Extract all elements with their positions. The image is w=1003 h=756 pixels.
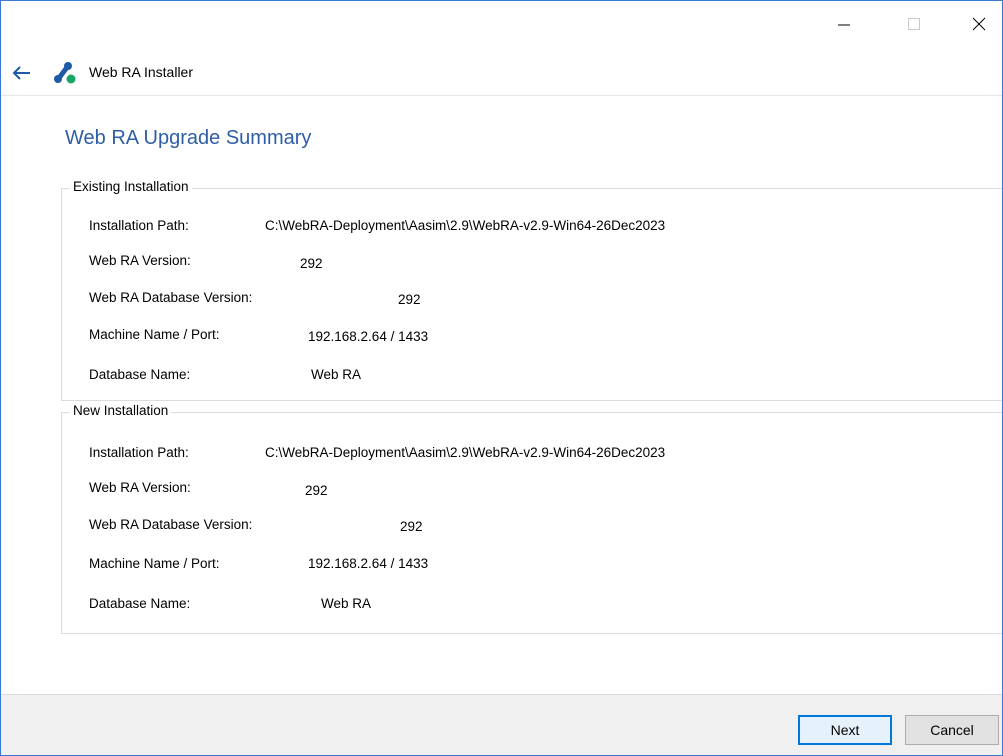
minimize-icon bbox=[838, 24, 850, 26]
group-legend: Existing Installation bbox=[70, 179, 192, 194]
web-ra-logo-icon bbox=[53, 61, 77, 85]
maximize-icon bbox=[908, 18, 920, 30]
database-name-value: Web RA bbox=[311, 367, 362, 382]
close-button[interactable] bbox=[956, 9, 1002, 39]
machine-port-value: 192.168.2.64 / 1433 bbox=[308, 329, 429, 344]
maximize-button[interactable] bbox=[891, 9, 937, 39]
installer-window: Web RA Installer Web RA Upgrade Summary … bbox=[0, 0, 1003, 756]
database-name-label: Database Name: bbox=[89, 367, 191, 382]
back-arrow-icon[interactable] bbox=[11, 63, 33, 83]
footer-bar: Next Cancel bbox=[1, 694, 1002, 755]
web-ra-version-value: 292 bbox=[305, 483, 328, 498]
database-name-value: Web RA bbox=[321, 596, 372, 611]
database-version-value: 292 bbox=[400, 519, 423, 534]
web-ra-version-value: 292 bbox=[300, 256, 323, 271]
machine-port-label: Machine Name / Port: bbox=[89, 556, 220, 571]
installation-path-value: C:\WebRA-Deployment\Aasim\2.9\WebRA-v2.9… bbox=[265, 218, 666, 233]
page-title: Web RA Upgrade Summary bbox=[65, 127, 312, 149]
database-version-value: 292 bbox=[398, 292, 421, 307]
new-installation-group: New Installation Installation Path: C:\W… bbox=[61, 403, 1002, 634]
app-title: Web RA Installer bbox=[89, 64, 194, 80]
installation-path-label: Installation Path: bbox=[89, 445, 189, 460]
database-version-label: Web RA Database Version: bbox=[89, 290, 253, 305]
group-legend: New Installation bbox=[70, 403, 172, 418]
web-ra-version-label: Web RA Version: bbox=[89, 253, 191, 268]
machine-port-value: 192.168.2.64 / 1433 bbox=[308, 556, 429, 571]
machine-port-label: Machine Name / Port: bbox=[89, 327, 220, 342]
web-ra-version-label: Web RA Version: bbox=[89, 480, 191, 495]
installation-path-value: C:\WebRA-Deployment\Aasim\2.9\WebRA-v2.9… bbox=[265, 445, 666, 460]
title-bar: Web RA Installer bbox=[1, 1, 1002, 96]
database-name-label: Database Name: bbox=[89, 596, 191, 611]
minimize-button[interactable] bbox=[821, 9, 867, 39]
next-button[interactable]: Next bbox=[798, 715, 892, 745]
installation-path-label: Installation Path: bbox=[89, 218, 189, 233]
cancel-button[interactable]: Cancel bbox=[905, 715, 999, 745]
database-version-label: Web RA Database Version: bbox=[89, 517, 253, 532]
existing-installation-group: Existing Installation Installation Path:… bbox=[61, 179, 1002, 401]
close-icon bbox=[972, 17, 986, 31]
